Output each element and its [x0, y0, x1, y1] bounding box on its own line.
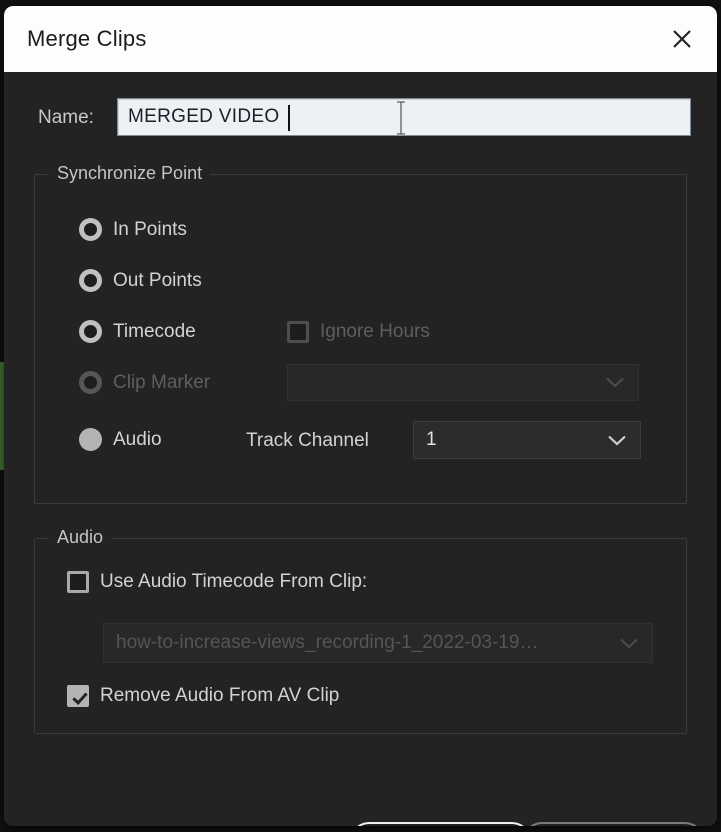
synchronize-point-group: Synchronize Point In Points Out Points T… — [34, 163, 687, 504]
chevron-down-icon — [608, 435, 626, 446]
checkbox-label-ignore-hours: Ignore Hours — [320, 321, 430, 342]
checkbox-ignore-hours: Ignore Hours — [287, 321, 430, 343]
radio-label-in-points: In Points — [113, 218, 187, 240]
radio-indicator-clip-marker — [79, 371, 102, 394]
checkbox-use-audio-timecode[interactable]: Use Audio Timecode From Clip: — [67, 571, 367, 593]
dialog-body: Name: MERGED VIDEO Synchronize Point In … — [4, 72, 717, 826]
radio-in-points[interactable]: In Points — [79, 218, 187, 241]
checkbox-remove-audio-from-av-clip[interactable]: Remove Audio From AV Clip — [67, 685, 339, 707]
name-input[interactable]: MERGED VIDEO — [117, 98, 691, 136]
name-label: Name: — [38, 107, 94, 128]
synchronize-point-legend: Synchronize Point — [49, 163, 211, 184]
merge-clips-dialog: Merge Clips Name: MERGED VIDEO Synchroni… — [4, 6, 717, 826]
track-channel-dropdown[interactable]: 1 — [413, 421, 641, 459]
radio-indicator-in-points — [79, 218, 102, 241]
ok-button[interactable]: OK — [349, 822, 532, 826]
radio-clip-marker: Clip Marker — [79, 371, 210, 394]
audio-legend: Audio — [49, 527, 112, 548]
radio-indicator-out-points — [79, 269, 102, 292]
checkbox-label-use-audio-timecode: Use Audio Timecode From Clip: — [100, 571, 368, 592]
radio-label-timecode: Timecode — [113, 320, 196, 342]
radio-indicator-timecode — [79, 320, 102, 343]
close-button[interactable] — [659, 16, 705, 62]
radio-out-points[interactable]: Out Points — [79, 269, 202, 292]
chevron-down-icon — [620, 638, 638, 649]
track-channel-label: Track Channel — [246, 430, 369, 451]
chevron-down-icon — [606, 377, 624, 388]
checkbox-indicator-ignore-hours — [287, 321, 309, 343]
cancel-button[interactable]: Cancel — [522, 822, 705, 826]
audio-clip-dropdown: how-to-increase-views_recording-1_2022-0… — [103, 623, 653, 663]
radio-timecode[interactable]: Timecode — [79, 320, 196, 343]
checkbox-indicator-use-audio-timecode — [67, 571, 89, 593]
name-input-value: MERGED VIDEO — [128, 106, 280, 127]
radio-label-out-points: Out Points — [113, 269, 202, 291]
audio-clip-dropdown-value: how-to-increase-views_recording-1_2022-0… — [116, 632, 539, 653]
text-caret — [288, 105, 290, 131]
clip-marker-dropdown — [287, 364, 639, 401]
radio-indicator-audio — [79, 428, 102, 451]
radio-audio[interactable]: Audio — [79, 428, 162, 451]
checkbox-label-remove-audio: Remove Audio From AV Clip — [100, 685, 340, 706]
track-channel-dropdown-value: 1 — [426, 429, 437, 450]
checkbox-indicator-remove-audio — [67, 685, 89, 707]
dialog-titlebar: Merge Clips — [4, 6, 717, 72]
name-row: Name: MERGED VIDEO — [4, 98, 717, 138]
dialog-title: Merge Clips — [27, 26, 147, 51]
audio-group: Audio Use Audio Timecode From Clip: how-… — [34, 527, 687, 734]
radio-label-audio: Audio — [113, 428, 162, 450]
radio-label-clip-marker: Clip Marker — [113, 371, 211, 393]
close-icon — [659, 29, 705, 49]
mouse-cursor-ibeam — [394, 100, 408, 136]
